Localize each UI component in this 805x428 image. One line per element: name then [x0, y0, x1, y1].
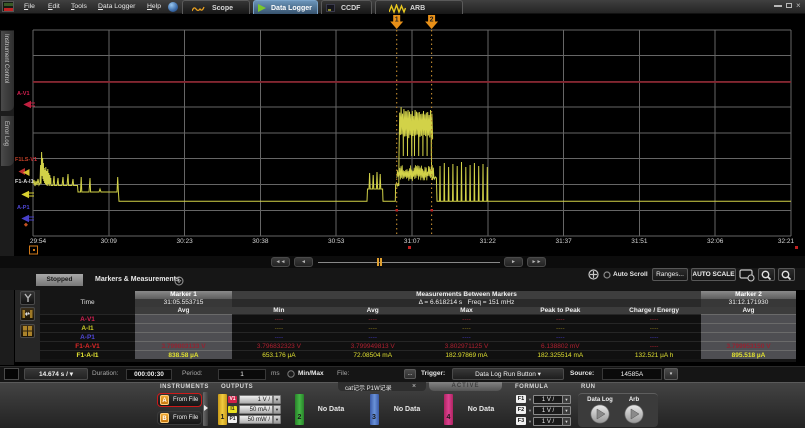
svg-text:2: 2: [430, 17, 434, 24]
svg-text:1: 1: [395, 17, 399, 24]
